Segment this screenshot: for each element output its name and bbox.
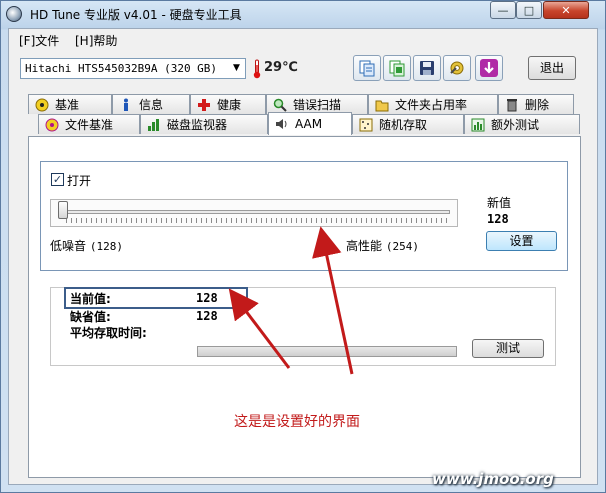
watermark: www.jmoo.org [432, 470, 554, 488]
speaker-icon [276, 119, 287, 129]
annotation-text: 这是是设置好的界面 [234, 414, 360, 430]
arrow-to-current-value [228, 288, 291, 369]
arrow-to-slider [312, 226, 354, 375]
tab-aam[interactable]: AAM [268, 112, 352, 135]
tab-label: AAM [295, 117, 323, 131]
